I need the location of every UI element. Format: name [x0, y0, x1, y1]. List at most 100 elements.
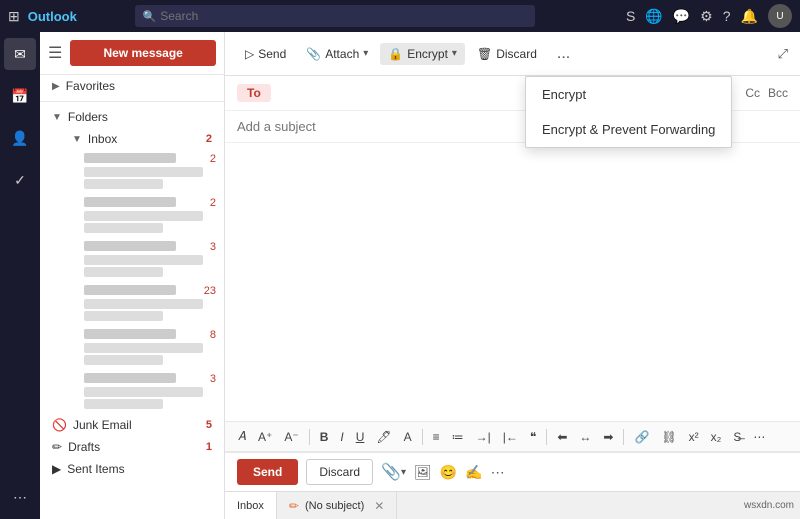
sender-line: 3 [84, 241, 216, 253]
email-snippet [84, 179, 163, 189]
popout-icon[interactable]: ⤢ [778, 46, 788, 61]
indent-button[interactable]: →| [471, 427, 496, 447]
close-tab-icon[interactable]: ✕ [374, 499, 384, 513]
italic-button[interactable]: I [335, 427, 348, 447]
signature-button[interactable]: ✍ [465, 464, 482, 481]
chat-icon[interactable]: 💬 [673, 8, 690, 25]
email-snippet [84, 399, 163, 409]
send-button[interactable]: ▷ Send [237, 43, 294, 65]
new-message-button[interactable]: New message [70, 40, 216, 66]
numbering-button[interactable]: ≔ [447, 427, 469, 447]
inbox-count: 2 [206, 133, 212, 145]
font-color-button[interactable]: A [399, 427, 417, 447]
sidebar-item-favorites[interactable]: ▶ Favorites [40, 75, 224, 97]
main-layout: ✉ 📅 👤 ✓ ⋯ ☰ New message ▶ Favorites ▼ Fo… [0, 32, 800, 519]
align-center-button[interactable]: ↔ [574, 427, 596, 447]
align-right-button[interactable]: ➡ [598, 427, 618, 447]
email-item[interactable]: 8 [60, 326, 224, 370]
email-snippet [84, 355, 163, 365]
attach-icon-button[interactable]: 📎 ▾ [381, 462, 406, 482]
discard-button-bottom[interactable]: Discard [306, 459, 373, 485]
email-snippet [84, 223, 163, 233]
discard-button[interactable]: 🗑 Discard [469, 43, 545, 65]
body-area[interactable] [225, 143, 800, 421]
bottom-tabs: Inbox ✏ (No subject) ✕ wsxdn.com [225, 491, 800, 519]
font-size-up-icon[interactable]: A⁺ [253, 427, 277, 447]
tasks-icon[interactable]: ✓ [4, 164, 36, 196]
email-item[interactable]: 3 [60, 238, 224, 282]
sent-icon: ▶ [52, 462, 61, 476]
sender-bar [84, 373, 176, 383]
sender-bar [84, 329, 176, 339]
more-apps-icon[interactable]: ⋯ [4, 481, 36, 513]
encrypt-prevent-forwarding-option[interactable]: Encrypt & Prevent Forwarding [526, 112, 731, 147]
sidebar-item-folders[interactable]: ▼ Folders [40, 106, 224, 128]
unlink-button[interactable]: ⛓ [656, 427, 681, 447]
sidebar-item-drafts[interactable]: ✏ Drafts 1 [40, 436, 224, 458]
bcc-button[interactable]: Bcc [768, 86, 788, 100]
count-badge: 8 [210, 329, 216, 341]
sender-line: 2 [84, 153, 216, 165]
more-format-button[interactable]: ⋯ [748, 427, 770, 447]
bell-icon[interactable]: 🔔 [741, 8, 758, 25]
avatar[interactable]: U [768, 4, 792, 28]
encrypt-button[interactable]: 🔒 Encrypt ▾ [380, 43, 465, 65]
search-bar: 🔍 [135, 5, 535, 27]
format-toolbar: 𝐴 A⁺ A⁻ B I U 🖊 A ≡ ≔ →| |← ❝ ⬅ ↔ ➡ [225, 421, 800, 452]
drafts-icon: ✏ [52, 440, 62, 454]
highlight-button[interactable]: 🖊 [371, 427, 396, 447]
sender-bar [84, 197, 176, 207]
search-input[interactable] [160, 9, 526, 23]
attach-button[interactable]: 📎 Attach ▾ [298, 43, 376, 65]
encrypt-dropdown: Encrypt Encrypt & Prevent Forwarding [525, 76, 732, 148]
strikethrough-button[interactable]: S̶ [728, 427, 746, 447]
settings-icon[interactable]: ⚙ [700, 8, 713, 25]
cc-bcc: Cc Bcc [745, 86, 788, 100]
hamburger-icon[interactable]: ☰ [48, 43, 62, 63]
inbox-tab-label: Inbox [237, 500, 264, 512]
skype-icon[interactable]: S [626, 8, 635, 24]
quote-button[interactable]: ❝ [525, 427, 541, 447]
sender-line: 23 [84, 285, 216, 297]
inbox-tab[interactable]: Inbox [225, 492, 277, 519]
subscript-button[interactable]: x₂ [706, 427, 727, 447]
emoji-button[interactable]: 😊 [440, 464, 457, 481]
count-badge: 3 [210, 241, 216, 253]
globe-icon[interactable]: 🌐 [645, 8, 662, 25]
send-button-bottom[interactable]: Send [237, 459, 298, 485]
bold-button[interactable]: B [315, 427, 334, 447]
font-size-down-icon[interactable]: A⁻ [279, 427, 303, 447]
compose-toolbar: ▷ Send 📎 Attach ▾ 🔒 Encrypt ▾ 🗑 Discard … [225, 32, 800, 76]
sidebar-item-junk[interactable]: 🚫 Junk Email 5 [40, 414, 224, 436]
grid-icon[interactable]: ⊞ [8, 8, 20, 25]
mail-icon[interactable]: ✉ [4, 38, 36, 70]
attach-dropdown-arrow: ▾ [363, 48, 368, 59]
format-text-icon[interactable]: 𝐴 [233, 426, 251, 447]
help-icon[interactable]: ? [723, 8, 731, 24]
email-item[interactable]: 2 [60, 150, 224, 194]
sidebar-item-sent[interactable]: ▶ Sent Items [40, 458, 224, 480]
email-item[interactable]: 2 [60, 194, 224, 238]
chevron-down-icon: ▼ [72, 134, 82, 145]
underline-button[interactable]: U [351, 427, 370, 447]
encrypt-option[interactable]: Encrypt [526, 77, 731, 112]
align-left-button[interactable]: ⬅ [552, 427, 572, 447]
send-label: Send [258, 47, 286, 61]
calendar-icon[interactable]: 📅 [4, 80, 36, 112]
email-item[interactable]: 3 [60, 370, 224, 414]
bullets-button[interactable]: ≡ [428, 427, 445, 447]
email-item[interactable]: 23 [60, 282, 224, 326]
sidebar-item-inbox[interactable]: ▼ Inbox 2 [60, 128, 224, 150]
more-send-button[interactable]: ⋯ [491, 464, 505, 481]
sender-bar [84, 241, 176, 251]
cc-button[interactable]: Cc [745, 86, 760, 100]
outdent-button[interactable]: |← [498, 427, 523, 447]
more-button[interactable]: ... [549, 41, 578, 67]
superscript-button[interactable]: x² [684, 427, 704, 447]
encrypt-dropdown-arrow: ▾ [452, 48, 457, 59]
image-icon-button[interactable]: 🖼 [414, 464, 432, 481]
attach-label: Attach [325, 47, 359, 61]
compose-tab[interactable]: ✏ (No subject) ✕ [277, 492, 397, 519]
link-button[interactable]: 🔗 [629, 427, 654, 447]
people-icon[interactable]: 👤 [4, 122, 36, 154]
